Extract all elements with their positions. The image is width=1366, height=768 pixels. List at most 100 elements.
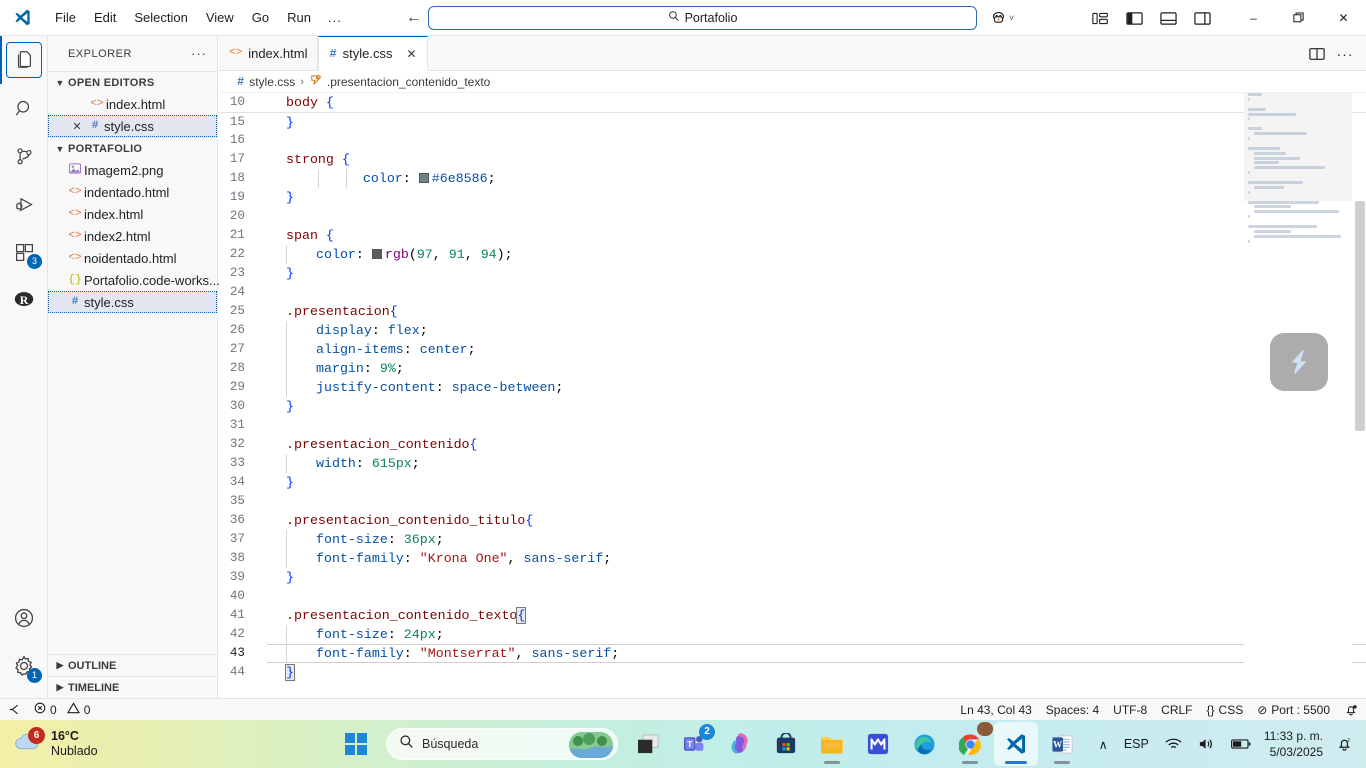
code-line-23[interactable]: 23} xyxy=(219,264,1366,283)
section-outline[interactable]: ▶ OUTLINE xyxy=(48,654,217,676)
code-line-19[interactable]: 19} xyxy=(219,188,1366,207)
file-item-index-html[interactable]: <> index.html xyxy=(48,203,217,225)
code-line-27[interactable]: 27 align-items: center; xyxy=(219,340,1366,359)
file-item-indentado-html[interactable]: <> indentado.html xyxy=(48,181,217,203)
window-maximize-button[interactable] xyxy=(1276,0,1321,36)
menu-file[interactable]: File xyxy=(46,6,85,30)
code-line-42[interactable]: 42 font-size: 24px; xyxy=(219,625,1366,644)
tray-language-indicator[interactable]: ESP xyxy=(1121,733,1152,755)
taskbar-app-microsoft-word[interactable]: W xyxy=(1040,722,1084,766)
menu-selection[interactable]: Selection xyxy=(125,6,196,30)
remote-explorer-icon[interactable]: ˅ xyxy=(985,3,1019,33)
code-editor[interactable]: 10 body {15} 16 17 strong {18 color: #6e8586… xyxy=(219,93,1366,698)
taskbar-weather-widget[interactable]: 6 16°C Nublado xyxy=(12,727,212,759)
tab-close-icon[interactable]: ✕ xyxy=(407,47,417,61)
editor-more-actions-icon[interactable]: ··· xyxy=(1332,41,1358,67)
code-line-17[interactable]: 17 strong { xyxy=(219,150,1366,169)
taskbar-app-microsoft-teams[interactable]: T 2 xyxy=(672,722,716,766)
tray-chevron-up-icon[interactable]: ∧ xyxy=(1096,733,1111,756)
activitybar-item-settings[interactable]: 1 xyxy=(0,642,48,690)
code-line-29[interactable]: 29 justify-content: space-between; xyxy=(219,378,1366,397)
notifications-bell-icon[interactable]: z xyxy=(1333,732,1356,756)
section-open-editors[interactable]: ▼ OPEN EDITORS xyxy=(48,71,217,93)
activitybar-item-accounts[interactable] xyxy=(0,594,48,642)
start-button[interactable] xyxy=(334,722,378,766)
scrollbar-thumb[interactable] xyxy=(1355,201,1365,431)
open-editor-style-css[interactable]: ✕ # style.css xyxy=(48,115,217,137)
wifi-icon[interactable] xyxy=(1162,733,1185,755)
taskbar-app-mega[interactable] xyxy=(856,722,900,766)
code-line-40[interactable]: 40 xyxy=(219,587,1366,606)
code-line-33[interactable]: 33 width: 615px; xyxy=(219,454,1366,473)
activitybar-item-search[interactable] xyxy=(0,84,48,132)
taskbar-app-visual-studio-code[interactable] xyxy=(994,722,1038,766)
taskbar-clock[interactable]: 11:33 p. m. 5/03/2025 xyxy=(1264,728,1323,760)
file-item-noidentado-html[interactable]: <> noidentado.html xyxy=(48,247,217,269)
status-language-mode[interactable]: {} CSS xyxy=(1207,703,1244,717)
battery-icon[interactable] xyxy=(1228,734,1254,754)
menu-run[interactable]: Run xyxy=(278,6,320,30)
section-portafolio[interactable]: ▼ PORTAFOLIO xyxy=(48,137,217,159)
code-line-10[interactable]: 10 body { xyxy=(219,93,1366,112)
code-line-22[interactable]: 22 color: rgb(97, 91, 94); xyxy=(219,245,1366,264)
menu-more[interactable]: ... xyxy=(320,6,350,30)
code-line-35[interactable]: 35 xyxy=(219,492,1366,511)
code-line-15[interactable]: 15} xyxy=(219,112,1366,131)
code-line-44[interactable]: 44} xyxy=(219,663,1366,682)
window-close-button[interactable]: ✕ xyxy=(1321,0,1366,36)
status-live-server[interactable]: ⊘ Port : 5500 xyxy=(1257,703,1330,717)
toggle-panel-icon[interactable] xyxy=(1151,3,1185,33)
activitybar-item-extensions[interactable]: 3 xyxy=(0,228,48,276)
activitybar-item-explorer[interactable] xyxy=(0,36,48,84)
code-line-32[interactable]: 32 .presentacion_contenido{ xyxy=(219,435,1366,454)
status-encoding[interactable]: UTF-8 xyxy=(1113,703,1147,717)
file-item-index2-html[interactable]: <> index2.html xyxy=(48,225,217,247)
taskbar-app-google-chrome[interactable] xyxy=(948,722,993,766)
status-problems[interactable]: 0 0 xyxy=(34,702,90,717)
toggle-secondary-sidebar-icon[interactable] xyxy=(1185,3,1219,33)
code-line-43[interactable]: 43 font-family: "Montserrat", sans-serif; xyxy=(219,644,1366,663)
code-line-24[interactable]: 24 xyxy=(219,283,1366,302)
taskbar-app-task-view[interactable] xyxy=(626,722,670,766)
file-item-imagem2-png[interactable]: Imagem2.png xyxy=(48,159,217,181)
code-line-38[interactable]: 38 font-family: "Krona One", sans-serif; xyxy=(219,549,1366,568)
code-line-16[interactable]: 16 xyxy=(219,131,1366,150)
breadcrumb-file[interactable]: style.css xyxy=(249,75,295,89)
snippet-overlay-icon[interactable] xyxy=(1270,333,1328,391)
activitybar-item-source-control[interactable] xyxy=(0,132,48,180)
minimap[interactable] xyxy=(1244,93,1352,698)
tab-style-css[interactable]: # style.css ✕ xyxy=(318,36,428,71)
activitybar-item-run-and-debug[interactable] xyxy=(0,180,48,228)
code-line-36[interactable]: 36 .presentacion_contenido_titulo{ xyxy=(219,511,1366,530)
editor-scrollbar[interactable] xyxy=(1352,93,1366,698)
code-line-20[interactable]: 20 xyxy=(219,207,1366,226)
toggle-primary-sidebar-icon[interactable] xyxy=(1117,3,1151,33)
taskbar-app-microsoft-store[interactable] xyxy=(764,722,808,766)
volume-icon[interactable] xyxy=(1195,733,1218,755)
open-editor-index-html[interactable]: <> index.html xyxy=(48,93,217,115)
code-line-37[interactable]: 37 font-size: 36px; xyxy=(219,530,1366,549)
status-indentation[interactable]: Spaces: 4 xyxy=(1046,703,1099,717)
code-line-41[interactable]: 41 .presentacion_contenido_texto{ xyxy=(219,606,1366,625)
menu-edit[interactable]: Edit xyxy=(85,6,125,30)
taskbar-search-box[interactable]: Búsqueda xyxy=(386,728,618,760)
status-notifications-icon[interactable] xyxy=(1344,703,1358,717)
split-editor-icon[interactable] xyxy=(1304,41,1330,67)
back-arrow-icon[interactable]: ← xyxy=(406,9,422,26)
code-line-21[interactable]: 21 span { xyxy=(219,226,1366,245)
sidebar-more-actions-icon[interactable]: ··· xyxy=(191,46,207,61)
code-line-39[interactable]: 39} xyxy=(219,568,1366,587)
window-minimize-button[interactable]: – xyxy=(1231,0,1276,36)
tab-index-html[interactable]: <> index.html xyxy=(219,36,319,70)
section-timeline[interactable]: ▶ TIMELINE xyxy=(48,676,217,698)
code-line-25[interactable]: 25 .presentacion{ xyxy=(219,302,1366,321)
breadcrumb-symbol[interactable]: .presentacion_contenido_texto xyxy=(327,75,490,89)
taskbar-app-copilot[interactable] xyxy=(718,722,762,766)
code-line-26[interactable]: 26 display: flex; xyxy=(219,321,1366,340)
status-eol[interactable]: CRLF xyxy=(1161,703,1192,717)
command-center-search[interactable]: Portafolio xyxy=(428,6,977,30)
code-line-28[interactable]: 28 margin: 9%; xyxy=(219,359,1366,378)
customize-layout-icon[interactable] xyxy=(1083,3,1117,33)
remote-window-icon[interactable] xyxy=(8,703,22,716)
file-item-style-css[interactable]: # style.css xyxy=(48,291,217,313)
